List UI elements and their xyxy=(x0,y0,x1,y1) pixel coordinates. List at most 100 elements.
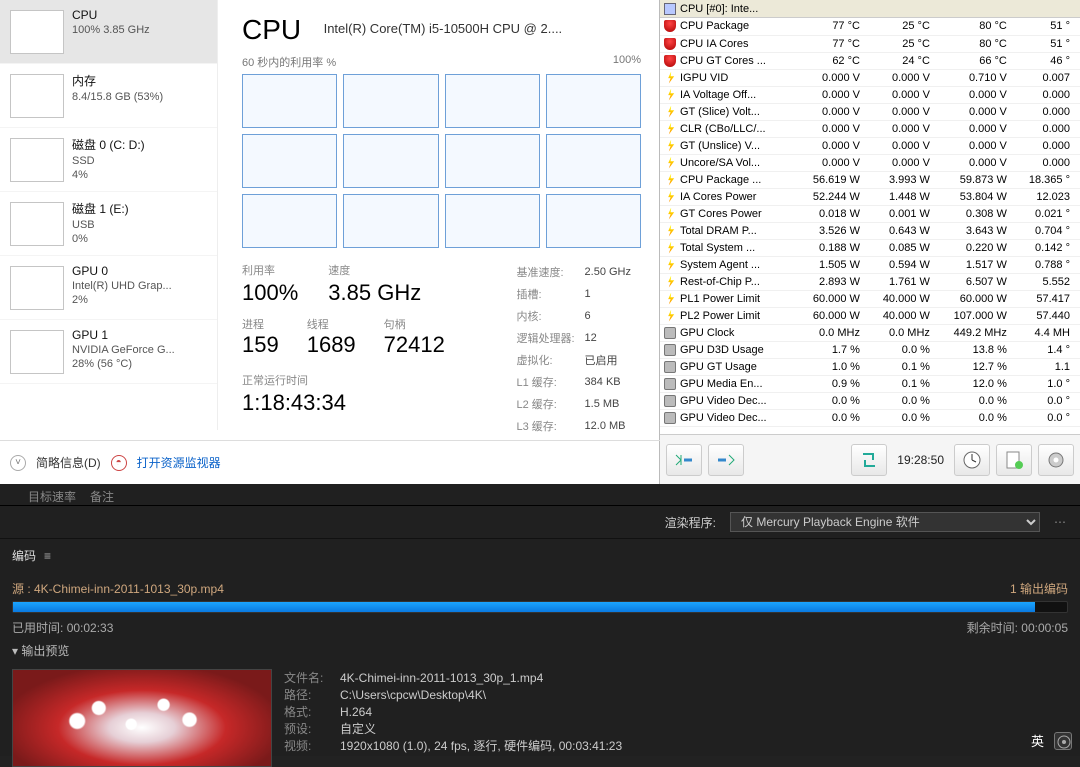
sensor-value: 0.000 V xyxy=(940,103,1017,120)
sensor-name: CPU Package ... xyxy=(680,174,761,186)
settings-button[interactable] xyxy=(1038,444,1074,476)
task-manager-footer: ˅ 简略信息(D) ◓ 打开资源监视器 xyxy=(0,440,660,484)
sensor-value: 40.000 W xyxy=(870,307,940,324)
sensor-value: 0.1 % xyxy=(870,358,940,375)
cpu-detail-pane: CPU Intel(R) Core(TM) i5-10500H CPU @ 2.… xyxy=(218,0,659,430)
hwinfo-group-header[interactable]: CPU [#0]: Inte... xyxy=(660,0,1080,18)
sensor-value: 12.0 % xyxy=(940,375,1017,392)
sensor-row[interactable]: GPU Video Dec...0.0 %0.0 %0.0 %0.0 ° xyxy=(660,409,1080,426)
sensor-row[interactable]: CPU Package77 °C25 °C80 °C51 ° xyxy=(660,18,1080,35)
volt-icon xyxy=(664,123,676,135)
sensor-value: 0.000 xyxy=(1017,120,1080,137)
volt-icon xyxy=(664,191,676,203)
sidebar-item-cpu[interactable]: CPU 100% 3.85 GHz xyxy=(0,0,217,64)
hwinfo-scroll-area[interactable]: CPU Package77 °C25 °C80 °C51 °CPU IA Cor… xyxy=(660,18,1080,434)
volt-icon xyxy=(664,157,676,169)
chip-icon xyxy=(664,3,676,15)
sensor-row[interactable]: GPU Video Dec...0.0 %0.0 %0.0 %0.0 ° xyxy=(660,392,1080,409)
sensor-row[interactable]: IA Cores Power52.244 W1.448 W53.804 W12.… xyxy=(660,188,1080,205)
sensor-name: CPU GT Cores ... xyxy=(680,55,766,67)
sensor-value: 4.4 MH xyxy=(1017,324,1080,341)
sensor-row[interactable]: CPU IA Cores77 °C25 °C80 °C51 ° xyxy=(660,35,1080,52)
sensor-row[interactable]: PL1 Power Limit60.000 W40.000 W60.000 W5… xyxy=(660,290,1080,307)
sensor-row[interactable]: GPU D3D Usage1.7 %0.0 %13.8 %1.4 ° xyxy=(660,341,1080,358)
sensor-value: 0.0 % xyxy=(870,392,940,409)
spec-value: 12.0 MB xyxy=(585,416,639,436)
sensor-row[interactable]: GPU Clock0.0 MHz0.0 MHz449.2 MHz4.4 MH xyxy=(660,324,1080,341)
ime-indicator[interactable]: 英 xyxy=(1031,731,1044,750)
spec-label: 逻辑处理器: xyxy=(516,328,582,348)
sensor-value: 0.643 W xyxy=(870,222,940,239)
sensor-row[interactable]: Total DRAM P...3.526 W0.643 W3.643 W0.70… xyxy=(660,222,1080,239)
clock-button[interactable] xyxy=(954,444,990,476)
sensor-row[interactable]: Rest-of-Chip P...2.893 W1.761 W6.507 W5.… xyxy=(660,273,1080,290)
sensor-value: 0.9 % xyxy=(800,375,870,392)
render-engine-select[interactable]: 仅 Mercury Playback Engine 软件 xyxy=(730,512,1040,532)
sensor-row[interactable]: IGPU VID0.000 V0.000 V0.710 V0.007 xyxy=(660,69,1080,86)
sidebar-item-disk[interactable]: 磁盘 0 (C: D:) SSD 4% xyxy=(0,128,217,192)
sensor-row[interactable]: CLR (CBo/LLC/...0.000 V0.000 V0.000 V0.0… xyxy=(660,120,1080,137)
sensor-value: 0.000 V xyxy=(800,154,870,171)
brief-info-button[interactable]: 简略信息(D) xyxy=(36,454,101,471)
sidebar-item-sub2: 0% xyxy=(72,233,209,245)
meta-value: 4K-Chimei-inn-2011-1013_30p_1.mp4 xyxy=(340,671,543,685)
collapse-icon[interactable]: ˅ xyxy=(10,455,26,471)
sensor-row[interactable]: GT Cores Power0.018 W0.001 W0.308 W0.021… xyxy=(660,205,1080,222)
sidebar-item-disk[interactable]: 磁盘 1 (E:) USB 0% xyxy=(0,192,217,256)
sensor-row[interactable]: GT (Slice) Volt...0.000 V0.000 V0.000 V0… xyxy=(660,103,1080,120)
sensor-row[interactable]: Uncore/SA Vol...0.000 V0.000 V0.000 V0.0… xyxy=(660,154,1080,171)
volt-icon xyxy=(664,208,676,220)
sensor-row[interactable]: GPU GT Usage1.0 %0.1 %12.7 %1.1 xyxy=(660,358,1080,375)
sensor-value: 52.244 W xyxy=(800,188,870,205)
sensor-value: 1.505 W xyxy=(800,256,870,273)
sensor-row[interactable]: GPU Media En...0.9 %0.1 %12.0 %1.0 ° xyxy=(660,375,1080,392)
spec-value: 已启用 xyxy=(585,350,639,370)
system-tray: 英 xyxy=(1031,731,1072,750)
tray-settings-icon[interactable] xyxy=(1054,732,1072,750)
sensor-row[interactable]: GT (Unslice) V...0.000 V0.000 V0.000 V0.… xyxy=(660,137,1080,154)
sidebar-item-gpu[interactable]: GPU 0 Intel(R) UHD Grap... 2% xyxy=(0,256,217,320)
sensor-value: 1.761 W xyxy=(870,273,940,290)
volt-icon xyxy=(664,276,676,288)
log-button[interactable] xyxy=(996,444,1032,476)
refresh-button[interactable] xyxy=(851,444,887,476)
meta-key: 路径: xyxy=(284,686,340,703)
output-count-label: 1 输出编码 xyxy=(1010,580,1068,597)
sensor-row[interactable]: CPU GT Cores ...62 °C24 °C66 °C46 ° xyxy=(660,52,1080,69)
nav-forward-button[interactable] xyxy=(708,444,744,476)
graph-max: 100% xyxy=(613,54,641,70)
sensor-value: 0.000 xyxy=(1017,137,1080,154)
sensor-value: 0.000 V xyxy=(940,86,1017,103)
sensor-row[interactable]: System Agent ...1.505 W0.594 W1.517 W0.7… xyxy=(660,256,1080,273)
sensor-value: 2.893 W xyxy=(800,273,870,290)
tab-notes[interactable]: 备注 xyxy=(90,488,114,505)
meta-value: 自定义 xyxy=(340,722,376,736)
sensor-value: 60.000 W xyxy=(800,290,870,307)
open-resource-monitor-link[interactable]: 打开资源监视器 xyxy=(137,454,221,471)
media-encoder-panel: 目标速率 备注 渲染程序: 仅 Mercury Playback Engine … xyxy=(0,484,1080,756)
tab-target-rate[interactable]: 目标速率 xyxy=(28,488,76,505)
sensor-row[interactable]: CPU Package ...56.619 W3.993 W59.873 W18… xyxy=(660,171,1080,188)
sidebar-item-mem[interactable]: 内存 8.4/15.8 GB (53%) xyxy=(0,64,217,128)
sensor-row[interactable]: IA Voltage Off...0.000 V0.000 V0.000 V0.… xyxy=(660,86,1080,103)
render-engine-label: 渲染程序: xyxy=(665,514,716,531)
menu-icon[interactable]: ≡ xyxy=(44,549,51,563)
sensor-value: 6.507 W xyxy=(940,273,1017,290)
core-graph xyxy=(242,74,337,128)
sidebar-item-title: GPU 1 xyxy=(72,328,209,342)
sidebar-item-gpu[interactable]: GPU 1 NVIDIA GeForce G... 28% (56 °C) xyxy=(0,320,217,384)
hwinfo-panel: CPU [#0]: Inte... CPU Package77 °C25 °C8… xyxy=(660,0,1080,484)
spec-value: 384 KB xyxy=(585,372,639,392)
sensor-name: GT Cores Power xyxy=(680,208,762,220)
sensor-value: 449.2 MHz xyxy=(940,324,1017,341)
sensor-value: 24 °C xyxy=(870,52,940,69)
sidebar-item-sub2: 28% (56 °C) xyxy=(72,358,209,370)
gpu-icon xyxy=(664,412,676,424)
sidebar-item-title: GPU 0 xyxy=(72,264,209,278)
sensor-value: 1.517 W xyxy=(940,256,1017,273)
sidebar-item-title: 内存 xyxy=(72,72,209,89)
gpu-thumb-icon xyxy=(10,266,64,310)
nav-back-button[interactable] xyxy=(666,444,702,476)
sensor-row[interactable]: PL2 Power Limit60.000 W40.000 W107.000 W… xyxy=(660,307,1080,324)
sensor-row[interactable]: Total System ...0.188 W0.085 W0.220 W0.1… xyxy=(660,239,1080,256)
